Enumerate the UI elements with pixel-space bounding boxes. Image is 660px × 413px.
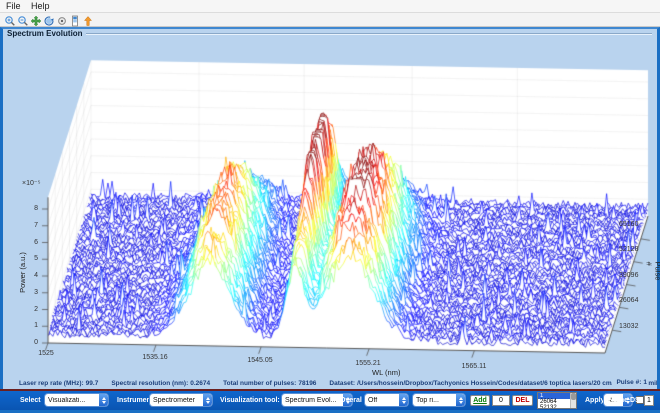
listbox-scrollbar[interactable] (570, 393, 576, 408)
status-value: 0.2674 (190, 380, 210, 387)
status-bar: Laser rep rate (MHz): 99.7 Spectral reso… (3, 377, 657, 389)
position-dropdown[interactable]: Top ri... (413, 394, 465, 406)
overall-label: Overal (340, 397, 362, 404)
status-label: Laser rep rate (MHz): (19, 380, 84, 387)
overall-dropdown[interactable]: Off (365, 394, 408, 406)
status-label: Pulse #: (616, 379, 641, 386)
apply-label: Apply (585, 397, 604, 404)
snap-arrow-icon[interactable] (82, 14, 94, 26)
list-item[interactable]: 52132 (538, 405, 570, 408)
status-value: 1 (643, 379, 647, 386)
chevron-updown-icon (456, 394, 465, 406)
chevron-updown-icon (203, 394, 212, 406)
index-field[interactable]: 0 (492, 395, 510, 406)
dropdown-value: Spectrometer (150, 397, 203, 404)
panel-title: Spectrum Evolution (7, 29, 83, 38)
status-pulse-number: Pulse #: 1 (612, 379, 647, 386)
pan-icon[interactable] (30, 14, 42, 26)
frame-ds-label: Frame DS: (607, 397, 642, 404)
menu-help[interactable]: Help (31, 1, 50, 11)
panel-title-rule (86, 33, 652, 35)
status-dataset: Dataset: /Users/hossein/Dropbox/Tachyoni… (329, 380, 657, 387)
visualization-tool-label: Visualization tool: (220, 397, 280, 404)
frame-listbox[interactable]: 1 26064 52132 (537, 392, 577, 409)
dropdown-value: Visualizati... (45, 397, 99, 404)
data-cursor-icon[interactable] (56, 14, 68, 26)
zoom-out-icon[interactable] (17, 14, 29, 26)
status-rep-rate: Laser rep rate (MHz): 99.7 (19, 380, 98, 387)
del-button[interactable]: DEL (512, 395, 533, 406)
status-value: 78196 (298, 380, 316, 387)
control-bar: Select Visualizati... Instrument Spectro… (0, 391, 660, 410)
status-label: Spectral resolution (nm): (111, 380, 188, 387)
add-button[interactable]: Add (470, 395, 490, 406)
frame-ds-field[interactable]: 1 (644, 395, 654, 406)
dropdown-value: Off (365, 397, 399, 404)
chevron-updown-icon (399, 394, 408, 406)
status-label: Dataset: (329, 380, 355, 387)
status-resolution: Spectral resolution (nm): 0.2674 (111, 380, 210, 387)
zoom-in-icon[interactable] (4, 14, 16, 26)
dropdown-value: Spectrum Evol... (282, 397, 343, 404)
menu-bar: File Help (0, 0, 660, 13)
menu-file[interactable]: File (6, 1, 21, 11)
app-window: File Help Spectrum Evolution ×10⁻⁵ (0, 0, 660, 413)
status-value: 99.7 (86, 380, 99, 387)
select-dropdown[interactable]: Visualizati... (45, 394, 108, 406)
select-label: Select (20, 397, 41, 404)
chevron-updown-icon (99, 394, 108, 406)
status-label: Total number of pulses: (223, 380, 296, 387)
rotate-3d-icon[interactable] (43, 14, 55, 26)
instrument-dropdown[interactable]: Spectrometer (150, 394, 212, 406)
status-total-pulses: Total number of pulses: 78196 (223, 380, 316, 387)
toolbar (0, 13, 660, 27)
colorbar-icon[interactable] (69, 14, 81, 26)
dropdown-value: Top ri... (413, 397, 456, 404)
spectrum-3d-plot[interactable] (0, 0, 660, 413)
instrument-label: Instrument (117, 397, 153, 404)
